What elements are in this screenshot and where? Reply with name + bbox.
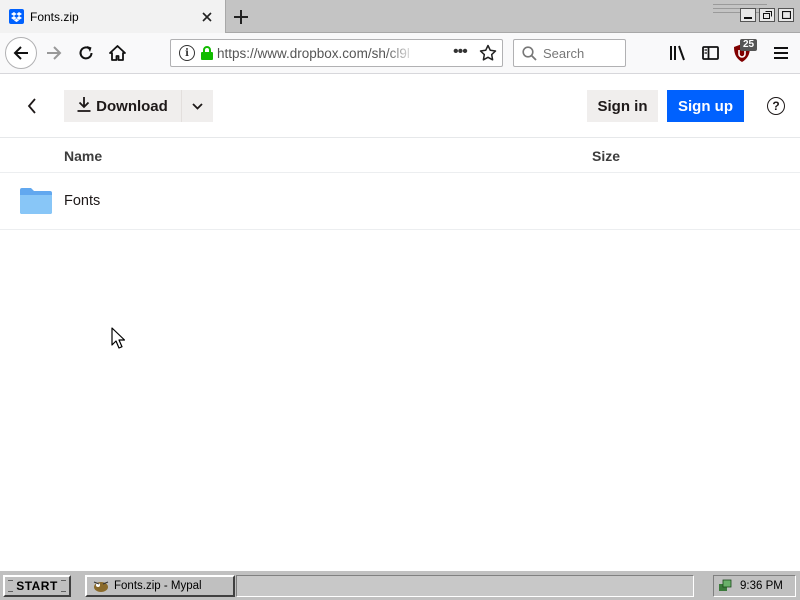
file-table-header: Name Size bbox=[0, 138, 800, 173]
window-controls bbox=[740, 8, 794, 22]
search-placeholder: Search bbox=[543, 45, 585, 61]
help-icon[interactable]: ? bbox=[767, 97, 785, 115]
file-name[interactable]: Fonts bbox=[64, 193, 100, 209]
download-button-group: Download bbox=[64, 90, 213, 122]
taskbar-window-button[interactable]: Fonts.zip - Mypal bbox=[85, 575, 235, 597]
info-icon[interactable]: i bbox=[179, 45, 195, 61]
navigation-toolbar: i https://www.dropbox.com/sh/cl9l ••• Se… bbox=[0, 33, 800, 74]
clock[interactable]: 9:36 PM bbox=[740, 580, 783, 592]
minimize-icon[interactable] bbox=[740, 8, 756, 22]
new-tab-button[interactable] bbox=[230, 6, 252, 28]
start-label: START bbox=[16, 579, 58, 593]
download-options-button[interactable] bbox=[181, 90, 213, 122]
forward-arrow-icon[interactable] bbox=[40, 39, 68, 67]
start-button[interactable]: START bbox=[3, 575, 71, 597]
sign-up-button[interactable]: Sign up bbox=[667, 90, 744, 122]
tab-fonts-zip[interactable]: Fonts.zip bbox=[0, 0, 226, 33]
page-actions-icon[interactable]: ••• bbox=[453, 43, 468, 61]
dropbox-favicon-icon bbox=[9, 9, 24, 24]
close-tab-icon[interactable] bbox=[197, 7, 217, 27]
download-label: Download bbox=[96, 97, 168, 115]
sidebar-icon[interactable] bbox=[696, 39, 724, 67]
table-row[interactable]: Fonts bbox=[0, 173, 800, 230]
search-bar[interactable]: Search bbox=[513, 39, 626, 67]
addon-count-badge: 25 bbox=[740, 39, 758, 51]
chevron-left-icon[interactable] bbox=[20, 94, 44, 118]
bookmark-star-icon[interactable] bbox=[479, 44, 497, 67]
mypal-app-icon bbox=[93, 579, 109, 593]
tab-strip: Fonts.zip bbox=[0, 0, 800, 33]
sign-in-button[interactable]: Sign in bbox=[587, 90, 658, 122]
network-tray-icon[interactable] bbox=[718, 579, 732, 593]
system-tray: 9:36 PM bbox=[713, 575, 796, 597]
tab-title: Fonts.zip bbox=[30, 9, 79, 24]
folder-icon bbox=[20, 187, 52, 215]
taskbar-window-title: Fonts.zip - Mypal bbox=[114, 580, 202, 592]
secure-lock-icon[interactable] bbox=[201, 46, 213, 60]
menu-hamburger-icon[interactable] bbox=[767, 39, 795, 67]
download-icon bbox=[77, 96, 91, 116]
taskbar-empty-area bbox=[236, 575, 694, 597]
mouse-cursor-icon bbox=[111, 327, 126, 349]
page-header: Download Sign in Sign up ? bbox=[0, 74, 800, 138]
chevron-down-icon bbox=[192, 97, 203, 115]
home-icon[interactable] bbox=[103, 39, 131, 67]
address-bar[interactable]: i https://www.dropbox.com/sh/cl9l ••• bbox=[170, 39, 503, 67]
back-arrow-icon[interactable] bbox=[5, 37, 37, 69]
library-icon[interactable] bbox=[664, 39, 692, 67]
column-header-size[interactable]: Size bbox=[592, 148, 620, 164]
download-button[interactable]: Download bbox=[64, 90, 181, 122]
search-icon bbox=[522, 45, 537, 61]
restore-icon[interactable] bbox=[759, 8, 775, 22]
column-header-name[interactable]: Name bbox=[64, 148, 102, 164]
reload-icon[interactable] bbox=[72, 39, 100, 67]
url-fade bbox=[386, 42, 416, 64]
maximize-icon[interactable] bbox=[778, 8, 794, 22]
taskbar: START Fonts.zip - Mypal 9:36 PM bbox=[0, 570, 800, 600]
